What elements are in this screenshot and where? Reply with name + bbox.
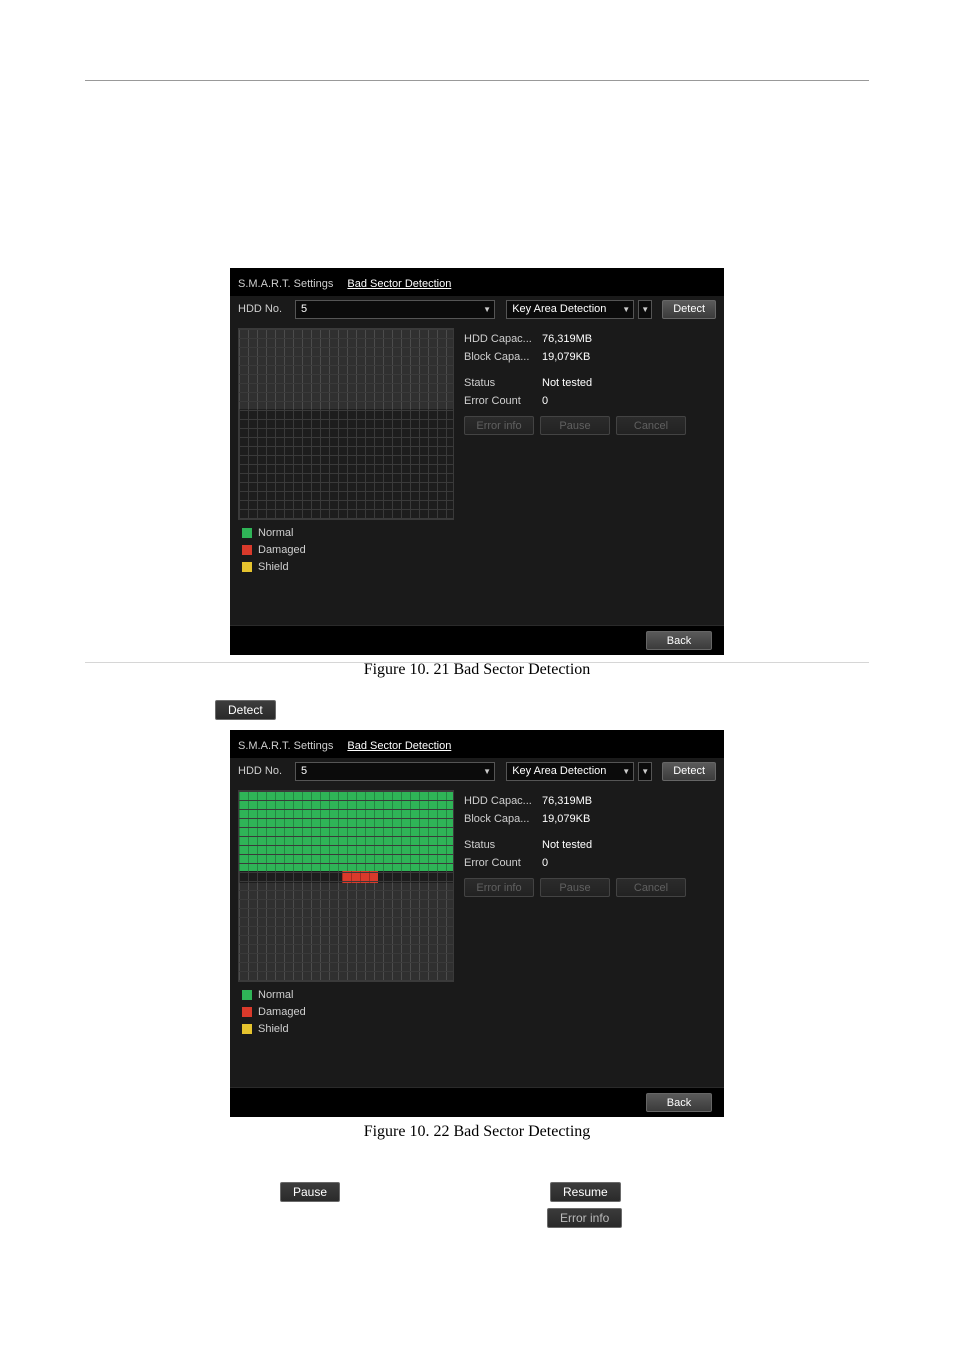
block-capacity-value: 19,079KB	[542, 351, 590, 363]
hdd-select[interactable]: 5 ▼	[295, 762, 495, 781]
tab-bad-sector[interactable]: Bad Sector Detection	[345, 736, 455, 756]
sector-grid	[238, 790, 454, 982]
pause-button-inline[interactable]: Pause	[280, 1182, 340, 1202]
legend-square-red	[242, 545, 252, 555]
hdd-no-label: HDD No.	[238, 765, 293, 777]
panel-footer: Back	[230, 625, 724, 655]
hdd-capacity-value: 76,319MB	[542, 795, 592, 807]
hdd-capacity-label: HDD Capac...	[464, 795, 542, 807]
status-label: Status	[464, 839, 542, 851]
small-extra-select[interactable]: ▼	[638, 300, 652, 319]
error-info-button-inline[interactable]: Error info	[547, 1208, 622, 1228]
figure-caption-1: Figure 10. 21 Bad Sector Detection	[230, 661, 724, 679]
legend-square-yellow	[242, 1024, 252, 1034]
detect-button[interactable]: Detect	[662, 762, 716, 781]
cancel-button[interactable]: Cancel	[616, 878, 686, 897]
status-value: Not tested	[542, 377, 592, 389]
error-count-label: Error Count	[464, 857, 542, 869]
hdd-capacity-label: HDD Capac...	[464, 333, 542, 345]
hdd-no-label: HDD No.	[238, 303, 293, 315]
bad-sector-panel-2: S.M.A.R.T. Settings Bad Sector Detection…	[230, 730, 724, 1117]
tab-bar: S.M.A.R.T. Settings Bad Sector Detection	[230, 730, 724, 758]
top-rule	[85, 80, 869, 81]
block-capacity-value: 19,079KB	[542, 813, 590, 825]
inline-detect-button-wrap: Detect	[215, 700, 276, 720]
resume-button-inline[interactable]: Resume	[550, 1182, 621, 1202]
chevron-down-icon: ▼	[622, 767, 630, 776]
legend-shield: Shield	[258, 561, 289, 573]
control-row: HDD No. 5 ▼ Key Area Detection ▼ ▼ Detec…	[230, 296, 724, 322]
legend-normal: Normal	[258, 989, 293, 1001]
sector-grid	[238, 328, 454, 520]
block-capacity-label: Block Capa...	[464, 813, 542, 825]
hdd-select[interactable]: 5 ▼	[295, 300, 495, 319]
error-info-button[interactable]: Error info	[464, 416, 534, 435]
pause-button[interactable]: Pause	[540, 878, 610, 897]
error-count-label: Error Count	[464, 395, 542, 407]
block-capacity-label: Block Capa...	[464, 351, 542, 363]
error-count-value: 0	[542, 857, 548, 869]
status-label: Status	[464, 377, 542, 389]
chevron-down-icon: ▼	[622, 305, 630, 314]
figure-10-21: S.M.A.R.T. Settings Bad Sector Detection…	[230, 268, 724, 679]
hdd-capacity-value: 76,319MB	[542, 333, 592, 345]
panel-content: HDD Capac...76,319MB Block Capa...19,079…	[230, 322, 724, 520]
legend-normal: Normal	[258, 527, 293, 539]
back-button[interactable]: Back	[646, 1093, 712, 1112]
legend: Normal Damaged Shield	[230, 982, 724, 1037]
detection-type-value: Key Area Detection	[512, 765, 606, 777]
control-row: HDD No. 5 ▼ Key Area Detection ▼ ▼ Detec…	[230, 758, 724, 784]
legend-damaged: Damaged	[258, 544, 306, 556]
error-count-value: 0	[542, 395, 548, 407]
legend-square-green	[242, 990, 252, 1000]
legend: Normal Damaged Shield	[230, 520, 724, 575]
chevron-down-icon: ▼	[483, 767, 491, 776]
pause-button[interactable]: Pause	[540, 416, 610, 435]
small-extra-select[interactable]: ▼	[638, 762, 652, 781]
figure-10-22: S.M.A.R.T. Settings Bad Sector Detection…	[230, 730, 724, 1141]
tab-smart[interactable]: S.M.A.R.T. Settings	[236, 736, 337, 756]
bad-sector-panel-1: S.M.A.R.T. Settings Bad Sector Detection…	[230, 268, 724, 655]
hdd-select-value: 5	[301, 765, 307, 777]
back-button[interactable]: Back	[646, 631, 712, 650]
legend-square-red	[242, 1007, 252, 1017]
separator-rule	[85, 662, 869, 663]
legend-square-yellow	[242, 562, 252, 572]
status-value: Not tested	[542, 839, 592, 851]
legend-damaged: Damaged	[258, 1006, 306, 1018]
tab-bar: S.M.A.R.T. Settings Bad Sector Detection	[230, 268, 724, 296]
cancel-button[interactable]: Cancel	[616, 416, 686, 435]
detection-type-value: Key Area Detection	[512, 303, 606, 315]
detection-type-select[interactable]: Key Area Detection ▼	[506, 300, 634, 319]
detection-type-select[interactable]: Key Area Detection ▼	[506, 762, 634, 781]
figure-caption-2: Figure 10. 22 Bad Sector Detecting	[230, 1123, 724, 1141]
error-info-button[interactable]: Error info	[464, 878, 534, 897]
chevron-down-icon: ▼	[483, 305, 491, 314]
info-pane: HDD Capac...76,319MB Block Capa...19,079…	[454, 328, 716, 520]
legend-shield: Shield	[258, 1023, 289, 1035]
info-pane: HDD Capac...76,319MB Block Capa...19,079…	[454, 790, 716, 982]
panel-content: HDD Capac...76,319MB Block Capa...19,079…	[230, 784, 724, 982]
detect-button[interactable]: Detect	[662, 300, 716, 319]
detect-button-inline[interactable]: Detect	[215, 700, 276, 720]
panel-footer: Back	[230, 1087, 724, 1117]
tab-smart[interactable]: S.M.A.R.T. Settings	[236, 274, 337, 294]
chevron-down-icon: ▼	[641, 305, 649, 314]
chevron-down-icon: ▼	[641, 767, 649, 776]
hdd-select-value: 5	[301, 303, 307, 315]
tab-bad-sector[interactable]: Bad Sector Detection	[345, 274, 455, 294]
legend-square-green	[242, 528, 252, 538]
